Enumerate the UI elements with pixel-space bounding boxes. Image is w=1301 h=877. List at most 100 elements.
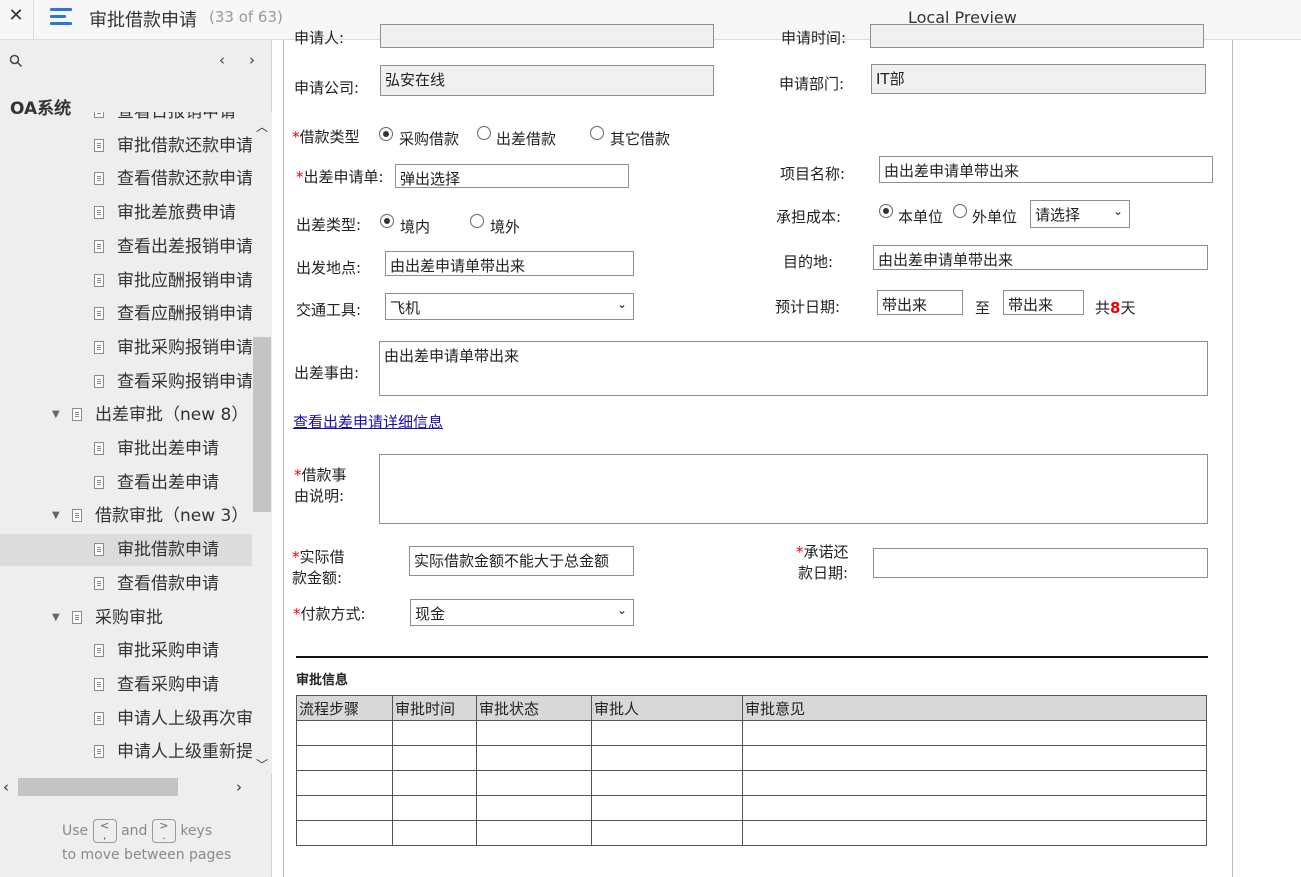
amount-input[interactable]: 实际借款金额不能大于总金额	[409, 546, 634, 576]
page-icon	[94, 112, 104, 118]
repay-label: *承诺还 款日期:	[796, 543, 849, 582]
table-cell	[392, 820, 477, 846]
next-page-arrow-icon[interactable]: ›	[249, 51, 255, 69]
table-row	[296, 770, 1207, 796]
loan-type-radio-trip[interactable]	[477, 126, 491, 140]
depart-label: 出发地点:	[296, 259, 362, 277]
sidebar-item-label: 查看日报销申请	[117, 112, 236, 122]
table-cell	[591, 745, 743, 771]
scroll-right-icon[interactable]: ›	[236, 778, 242, 796]
date-to-input[interactable]: 带出来	[1003, 290, 1084, 315]
hint-text: to move between pages	[62, 847, 232, 863]
company-field[interactable]: 弘安在线	[380, 65, 714, 96]
scroll-left-icon[interactable]: ‹	[3, 778, 9, 796]
key-next-icon: >.	[151, 819, 176, 843]
table-row	[296, 745, 1207, 771]
scrollbar-thumb[interactable]	[253, 337, 271, 512]
table-cell	[591, 770, 743, 796]
close-icon[interactable]: ✕	[0, 0, 32, 34]
horizontal-scrollbar[interactable]: ‹ ›	[0, 774, 272, 798]
loan-type-option: 出差借款	[496, 130, 557, 148]
table-cell	[476, 820, 592, 846]
table-row	[296, 820, 1207, 846]
loan-type-radio-purchase[interactable]	[379, 127, 393, 141]
divider	[33, 0, 34, 40]
project-label: 项目名称:	[780, 165, 846, 183]
column-header: 流程步骤	[296, 695, 393, 721]
loan-reason-textarea[interactable]	[379, 454, 1208, 524]
page-title: 审批借款申请	[89, 10, 197, 31]
reason-textarea[interactable]: 由出差申请单带出来	[379, 341, 1208, 396]
vertical-scrollbar[interactable]: ︿ ﹀	[252, 112, 272, 774]
trip-detail-link[interactable]: 查看出差申请详细信息	[293, 411, 443, 432]
menu-icon[interactable]	[50, 7, 72, 27]
expand-toggle-icon[interactable]: ▼	[52, 500, 60, 532]
transport-select[interactable]: 飞机 ⌄	[385, 293, 634, 320]
date-from-input[interactable]: 带出来	[877, 290, 963, 315]
sidebar-item-label: 查看采购报销申请	[117, 371, 252, 392]
sidebar-item-label: 查看出差报销申请	[117, 236, 252, 257]
table-cell	[392, 720, 477, 746]
table-row	[296, 720, 1207, 746]
transport-select-value: 飞机	[390, 299, 421, 317]
expand-toggle-icon[interactable]: ▼	[52, 399, 60, 431]
search-icon[interactable]	[9, 54, 23, 68]
key-prev-icon: <,	[92, 819, 117, 843]
expand-toggle-icon[interactable]: ▼	[52, 602, 60, 634]
cost-radio-own[interactable]	[879, 204, 893, 218]
trip-type-radio-domestic[interactable]	[380, 214, 394, 228]
divider	[296, 656, 1208, 658]
column-header: 审批人	[591, 695, 743, 721]
trip-type-radio-abroad[interactable]	[470, 214, 484, 228]
page-icon	[94, 442, 104, 455]
dept-label: 申请部门:	[779, 75, 845, 93]
page-icon	[94, 475, 104, 489]
table-cell	[296, 820, 393, 846]
project-input[interactable]: 由出差申请单带出来	[879, 156, 1213, 183]
cost-option: 外单位	[972, 208, 1018, 226]
dept-field[interactable]: IT部	[871, 64, 1206, 94]
loan-type-radio-other[interactable]	[590, 126, 604, 140]
scroll-down-icon[interactable]: ﹀	[256, 756, 268, 773]
cost-option: 本单位	[898, 208, 944, 226]
dest-input[interactable]: 由出差申请单带出来	[873, 245, 1208, 270]
depart-input[interactable]: 由出差申请单带出来	[385, 251, 634, 276]
page-icon	[72, 408, 82, 422]
sidebar-item-label: 查看出差申请	[117, 472, 219, 493]
apply-time-label: 申请时间:	[781, 29, 847, 47]
page-icon	[94, 543, 104, 557]
table-cell	[392, 795, 477, 821]
prev-page-arrow-icon[interactable]: ‹	[219, 51, 225, 69]
cost-radio-external[interactable]	[953, 204, 967, 218]
sidebar-item-label: 审批采购申请	[117, 641, 219, 662]
table-cell	[476, 770, 592, 796]
trip-form-input[interactable]: 弹出选择	[395, 164, 629, 188]
repay-date-input[interactable]	[873, 548, 1208, 578]
applicant-field[interactable]	[380, 24, 714, 48]
apply-time-field[interactable]	[870, 24, 1204, 48]
pay-method-select[interactable]: 现金 ⌄	[410, 599, 634, 626]
table-cell	[742, 795, 1207, 821]
cost-select-value: 请选择	[1035, 206, 1081, 224]
table-row	[296, 795, 1207, 821]
scroll-up-icon[interactable]: ︿	[256, 118, 268, 135]
page-icon	[94, 644, 104, 658]
sidebar-item-label: 审批采购报销申请	[117, 337, 252, 358]
sidebar-item-label: 查看借款申请	[117, 573, 219, 594]
chevron-down-icon: ⌄	[1112, 204, 1123, 218]
sidebar-item-label: 采购审批	[95, 607, 163, 628]
page-icon	[72, 610, 82, 624]
hint-text: keys	[180, 823, 213, 839]
sidebar-item-label: 审批出差申请	[117, 439, 219, 459]
loan-type-option: 其它借款	[610, 130, 671, 148]
sidebar-item[interactable]: 审批借款申请	[0, 534, 252, 567]
sidebar-item-label: 审批借款申请	[117, 540, 219, 561]
page-icon	[94, 307, 104, 321]
scrollbar-thumb[interactable]	[18, 778, 178, 796]
cost-select[interactable]: 请选择 ⌄	[1030, 200, 1130, 228]
approval-table: 流程步骤 审批时间 审批状态 审批人 审批意见	[296, 695, 1207, 846]
hint-text: Use	[62, 823, 89, 839]
pay-method-label: *付款方式:	[293, 605, 366, 623]
table-cell	[742, 720, 1207, 746]
date-label: 预计日期:	[775, 298, 841, 316]
